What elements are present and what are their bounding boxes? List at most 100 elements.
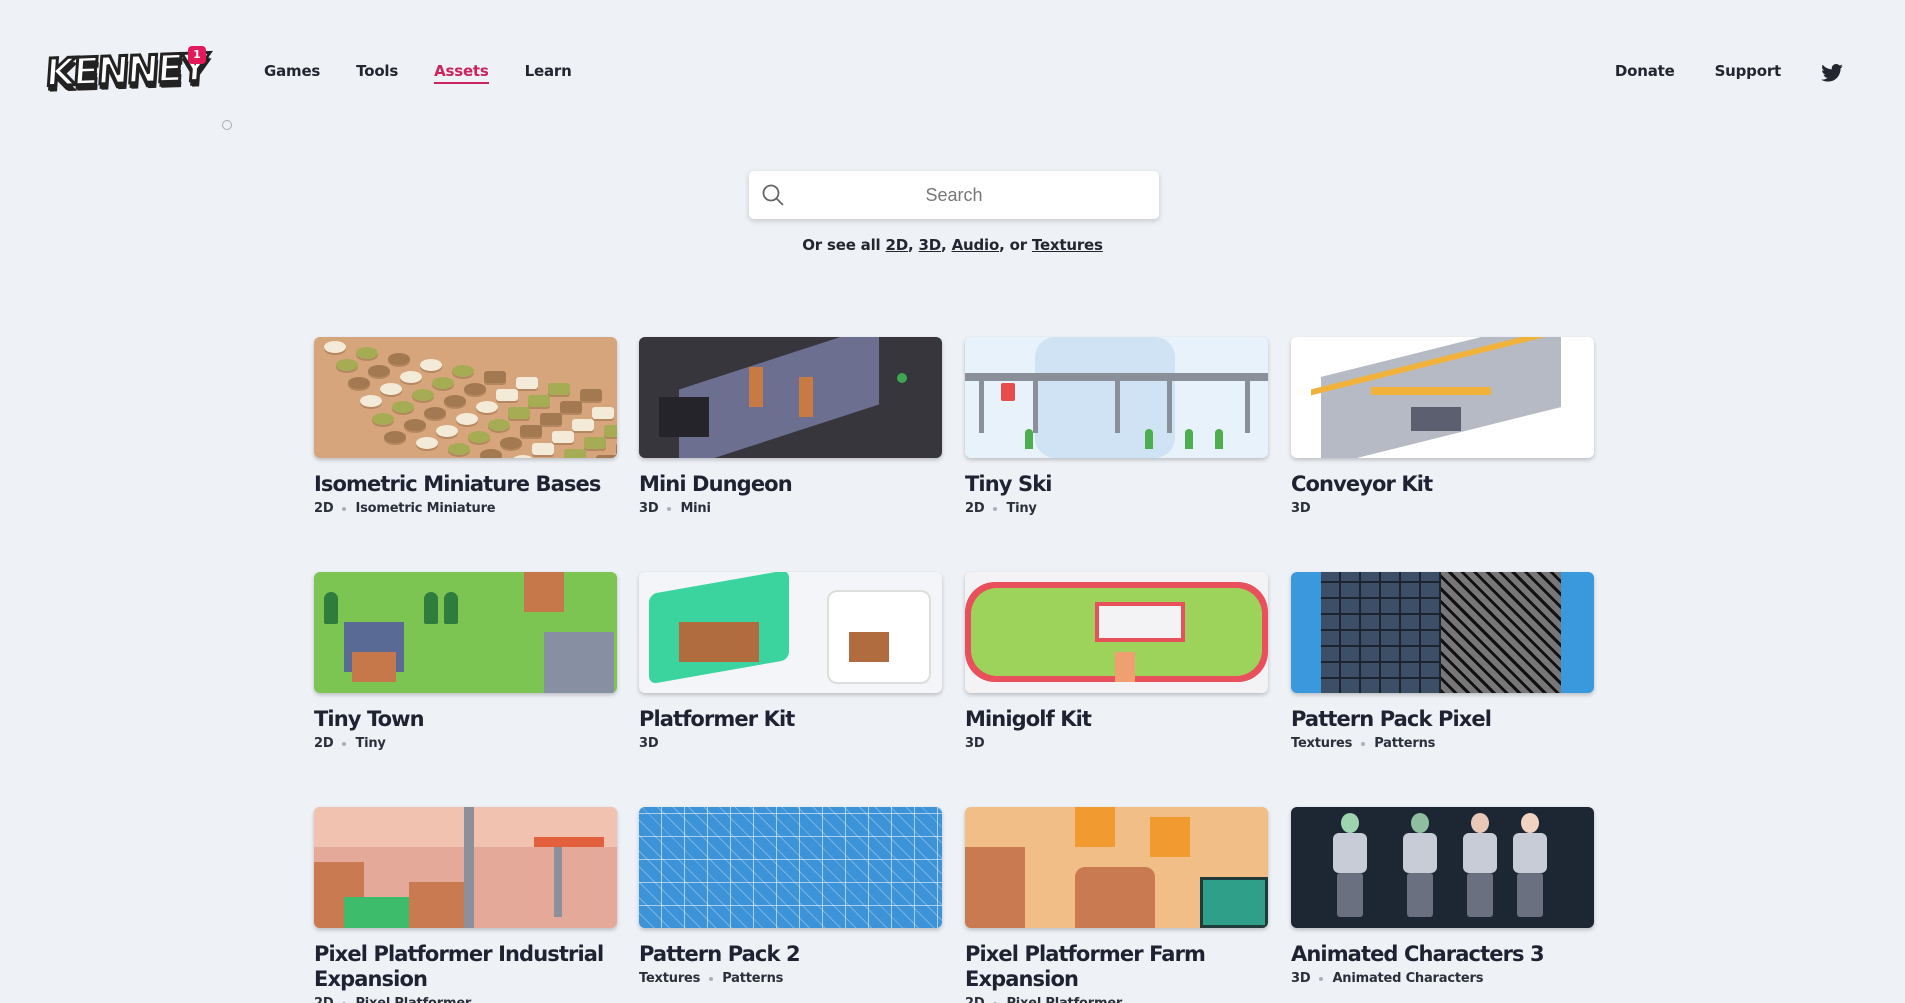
thumbnail-shape [679, 337, 879, 458]
asset-tag: Isometric Miniature [355, 501, 496, 516]
asset-tags: 3D Mini [639, 501, 942, 516]
thumbnail-shape [468, 431, 490, 443]
asset-title: Conveyor Kit [1291, 472, 1433, 496]
separator: , [941, 236, 952, 254]
thumbnail-shape [500, 437, 522, 449]
thumbnail-shape [516, 377, 538, 389]
search-box [749, 171, 1159, 219]
asset-thumbnail [639, 572, 942, 693]
thumbnail-shape [336, 359, 358, 371]
thumbnail-shape [1407, 873, 1433, 917]
thumbnail-shape [464, 807, 474, 928]
thumbnail-shape [412, 389, 434, 401]
thumbnail-shape [552, 431, 574, 443]
thumbnail-shape [444, 395, 466, 407]
nav-learn[interactable]: Learn [525, 62, 572, 84]
thumbnail-shape [639, 807, 942, 928]
thumbnail-shape [424, 407, 446, 419]
site-header: KENNEY 1 Games Tools Assets Learn Donate… [0, 0, 1905, 140]
thumbnail-shape [584, 437, 606, 449]
thumbnail-shape [476, 401, 498, 413]
thumbnail-shape [464, 383, 486, 395]
thumbnail-shape [596, 455, 617, 458]
thumbnail-shape [488, 419, 510, 431]
thumbnail-shape [420, 359, 442, 371]
thumbnail-shape [616, 443, 617, 455]
asset-card[interactable]: Pattern Pack Pixel Textures Patterns [1291, 572, 1594, 751]
thumbnail-shape [1463, 833, 1497, 873]
thumbnail-shape [456, 413, 478, 425]
link-textures[interactable]: Textures [1032, 236, 1103, 254]
kenney-logo[interactable]: KENNEY 1 [43, 44, 232, 130]
asset-card[interactable]: Tiny Ski 2D Tiny [965, 337, 1268, 516]
asset-card[interactable]: Mini Dungeon 3D Mini [639, 337, 942, 516]
thumbnail-shape [1001, 383, 1015, 401]
thumbnail-shape [1245, 373, 1250, 433]
thumbnail-shape [344, 897, 414, 928]
thumbnail-shape [372, 413, 394, 425]
asset-tag: Tiny [1006, 501, 1037, 516]
thumbnail-shape [528, 395, 550, 407]
thumbnail-shape [544, 632, 614, 693]
thumbnail-shape [679, 622, 759, 662]
asset-thumbnail [965, 807, 1268, 928]
thumbnail-shape [404, 419, 426, 431]
asset-thumbnail [639, 337, 942, 458]
thumbnail-shape [484, 371, 506, 383]
asset-card[interactable]: Tiny Town 2D Tiny [314, 572, 617, 751]
thumbnail-shape [897, 373, 907, 383]
notification-badge: 1 [188, 46, 206, 64]
nav-assets[interactable]: Assets [434, 62, 489, 84]
thumbnail-shape [849, 632, 889, 662]
asset-card[interactable]: Minigolf Kit 3D [965, 572, 1268, 751]
asset-thumbnail [314, 337, 617, 458]
asset-thumbnail [639, 807, 942, 928]
thumbnail-shape [348, 377, 370, 389]
nav-games[interactable]: Games [264, 62, 320, 84]
thumbnail-shape [392, 401, 414, 413]
see-all-label: Or see all [802, 236, 886, 254]
link-3d[interactable]: 3D [919, 236, 942, 254]
asset-tags: 2D Pixel Platformer [314, 996, 617, 1003]
asset-card[interactable]: Isometric Miniature Bases 2D Isometric Min… [314, 337, 617, 516]
twitter-icon[interactable] [1821, 64, 1843, 82]
thumbnail-shape [1403, 833, 1437, 873]
thumbnail-shape [564, 449, 586, 458]
donate-link[interactable]: Donate [1615, 62, 1675, 80]
asset-tags: 2D Isometric Miniature [314, 501, 617, 516]
asset-tag: Pixel Platformer [1006, 996, 1122, 1003]
nav-tools[interactable]: Tools [356, 62, 398, 84]
support-link[interactable]: Support [1715, 62, 1782, 80]
thumbnail-shape [1167, 373, 1172, 433]
tag-separator-dot [1319, 976, 1324, 981]
thumbnail-shape [512, 455, 534, 458]
thumbnail-shape [388, 353, 410, 365]
asset-card[interactable]: Animated Characters 3 3D Animated Characte… [1291, 807, 1594, 986]
thumbnail-shape [1333, 833, 1367, 873]
thumbnail-shape [480, 449, 502, 458]
asset-tags: 2D Tiny [314, 736, 617, 751]
thumbnail-shape [452, 365, 474, 377]
asset-card[interactable]: Pixel Platformer Industrial Expansion 2D P… [314, 807, 617, 1003]
asset-card[interactable]: Platformer Kit 3D [639, 572, 942, 751]
thumbnail-shape [1215, 429, 1223, 449]
thumbnail-shape [799, 377, 813, 417]
asset-tag: 2D [314, 501, 334, 516]
link-audio[interactable]: Audio [952, 236, 1000, 254]
tag-separator-dot [993, 506, 998, 511]
link-2d[interactable]: 2D [886, 236, 909, 254]
secondary-nav: Donate Support [1615, 62, 1781, 80]
tag-separator-dot [1361, 741, 1366, 746]
asset-card[interactable]: Pattern Pack 2 Textures Patterns [639, 807, 942, 986]
search-input[interactable] [793, 171, 1115, 219]
asset-tag: 2D [965, 996, 985, 1003]
asset-card[interactable]: Conveyor Kit 3D [1291, 337, 1594, 516]
asset-title: Mini Dungeon [639, 472, 793, 496]
asset-tag: 3D [1291, 971, 1311, 986]
asset-title: Tiny Town [314, 707, 425, 731]
thumbnail-shape [368, 365, 390, 377]
asset-card[interactable]: Pixel Platformer Farm Expansion 2D Pixel P… [965, 807, 1268, 1003]
thumbnail-shape [979, 373, 984, 433]
asset-thumbnail [314, 807, 617, 928]
asset-title: Platformer Kit [639, 707, 795, 731]
